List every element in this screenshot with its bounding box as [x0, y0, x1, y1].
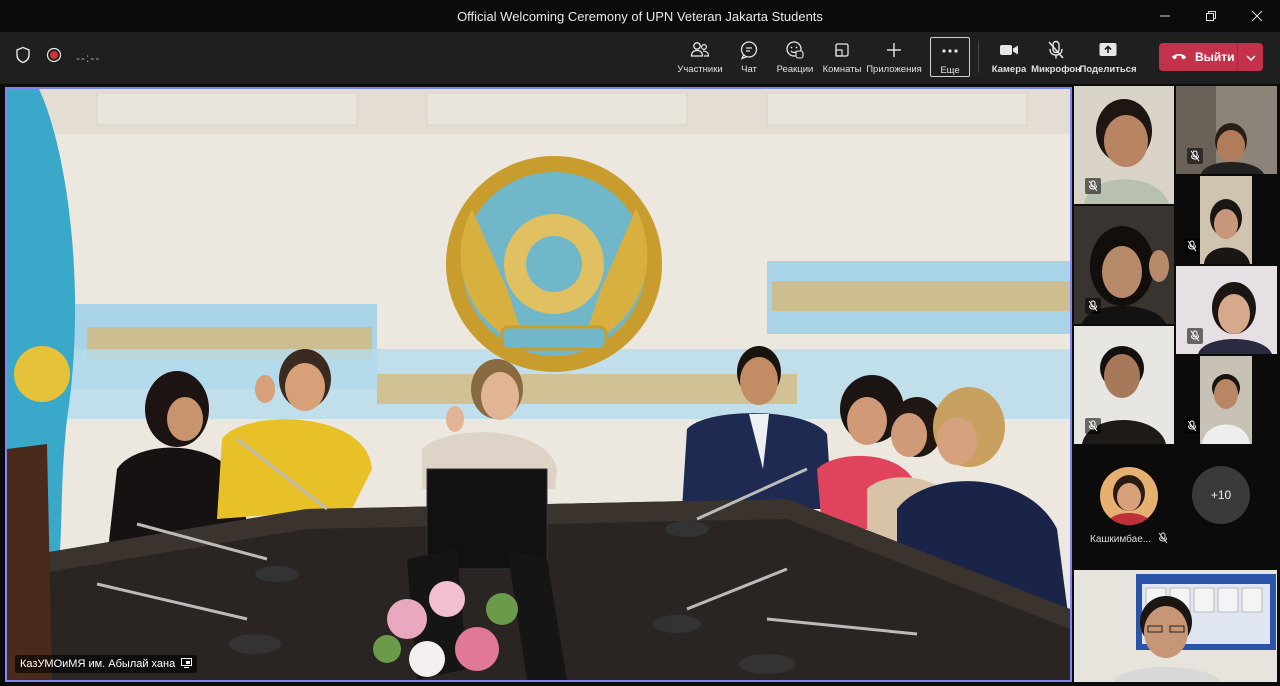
restore-icon[interactable]: [1188, 0, 1234, 32]
meeting-toolbar: --:-- Участники Чат Реакции Комнаты Прил…: [0, 32, 1280, 84]
participant-name: Кашкимбае...: [1090, 534, 1152, 545]
phone-hangup-icon: [1171, 50, 1187, 64]
mic-off-icon: [1187, 148, 1203, 164]
camera-icon: [999, 40, 1019, 60]
more-button[interactable]: Еще: [930, 37, 970, 77]
self-video: [1074, 570, 1277, 682]
toolbar-status: --:--: [14, 46, 100, 69]
speaker-name-tag: КазУМОиМЯ им. Абылай хана: [15, 655, 198, 673]
more-label: Еще: [940, 65, 960, 76]
avatar[interactable]: [1100, 467, 1158, 525]
participants-label: Участники: [677, 64, 723, 75]
share-icon: [1098, 40, 1118, 60]
share-label: Поделиться: [1079, 64, 1137, 75]
chat-button[interactable]: Чат: [728, 37, 770, 77]
participant-video-tile[interactable]: [1200, 176, 1252, 264]
mic-off-icon: [1047, 40, 1065, 60]
participant-video: [1200, 356, 1252, 444]
self-view-tile[interactable]: [1074, 570, 1277, 682]
recording-icon: [46, 47, 62, 68]
plus-icon: [885, 40, 903, 60]
screen-share-icon: [181, 657, 193, 671]
leave-label: Выйти: [1195, 50, 1235, 64]
overflow-participants-button[interactable]: +10: [1192, 466, 1250, 524]
mic-off-icon: [1085, 418, 1101, 434]
participant-video-tile[interactable]: [1200, 356, 1252, 444]
mic-off-icon: [1187, 328, 1203, 344]
chat-icon: [739, 40, 759, 60]
main-video-stage[interactable]: КазУМОиМЯ им. Абылай хана: [5, 87, 1072, 682]
participant-video-tile[interactable]: [1074, 206, 1174, 324]
chevron-down-icon: [1246, 48, 1256, 66]
camera-button[interactable]: Камера: [987, 37, 1031, 77]
overflow-count: +10: [1210, 488, 1232, 502]
mic-off-icon: [1085, 298, 1101, 314]
leave-options-button[interactable]: [1238, 48, 1263, 66]
minimize-icon[interactable]: [1142, 0, 1188, 32]
window-controls: [1142, 0, 1280, 32]
meeting-timer: --:--: [76, 50, 101, 65]
people-icon: [690, 40, 710, 60]
shield-icon[interactable]: [14, 46, 32, 69]
mic-off-icon: [1184, 418, 1200, 434]
mic-off-icon: [1085, 178, 1101, 194]
rooms-button[interactable]: Комнаты: [820, 37, 864, 77]
conference-room-video: [7, 89, 1070, 680]
microphone-label: Микрофон: [1031, 64, 1081, 75]
participant-video-tile[interactable]: [1176, 266, 1277, 354]
window-title: Official Welcoming Ceremony of UPN Veter…: [457, 8, 823, 24]
leave-button[interactable]: Выйти: [1159, 43, 1237, 71]
participant-video-tile[interactable]: [1074, 86, 1174, 204]
speaker-name: КазУМОиМЯ им. Абылай хана: [20, 658, 176, 670]
toolbar-buttons: Участники Чат Реакции Комнаты Приложения: [672, 37, 1137, 77]
camera-label: Камера: [991, 64, 1027, 75]
participant-video-tile[interactable]: [1176, 86, 1277, 174]
apps-label: Приложения: [866, 64, 922, 75]
participant-video-tile[interactable]: [1074, 326, 1174, 444]
participants-button[interactable]: Участники: [672, 37, 728, 77]
participant-video: [1200, 176, 1252, 264]
mic-off-icon: [1158, 532, 1168, 547]
mic-off-icon: [1184, 238, 1200, 254]
share-button[interactable]: Поделиться: [1079, 37, 1137, 77]
apps-button[interactable]: Приложения: [864, 37, 924, 77]
reaction-icon: [785, 40, 805, 60]
rooms-label: Комнаты: [822, 64, 862, 75]
toolbar-divider: [978, 41, 979, 73]
more-icon: [941, 41, 959, 61]
leave-button-group: Выйти: [1159, 43, 1263, 71]
participant-gallery: Кашкимбае... +10: [1073, 86, 1280, 686]
microphone-button[interactable]: Микрофон: [1031, 37, 1081, 77]
close-icon[interactable]: [1234, 0, 1280, 32]
title-bar: Official Welcoming Ceremony of UPN Veter…: [0, 0, 1280, 32]
reactions-button[interactable]: Реакции: [770, 37, 820, 77]
chat-label: Чат: [741, 64, 757, 75]
participant-name-row: Кашкимбае...: [1090, 532, 1168, 547]
breakout-rooms-icon: [833, 40, 851, 60]
reactions-label: Реакции: [776, 64, 814, 75]
